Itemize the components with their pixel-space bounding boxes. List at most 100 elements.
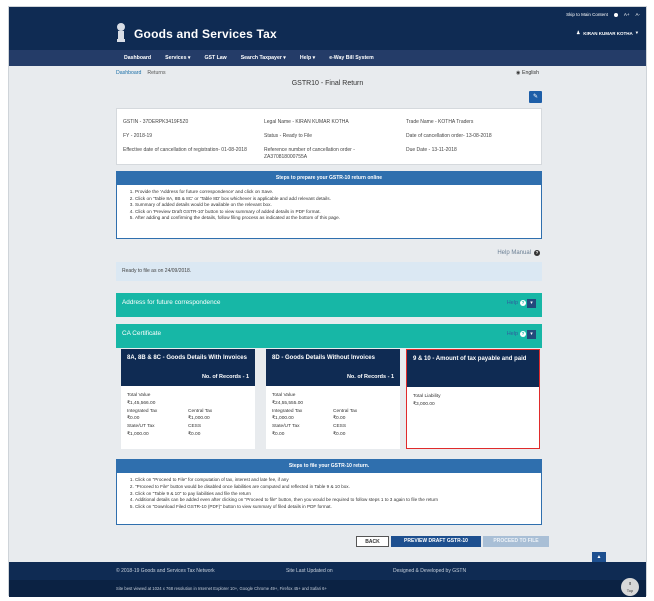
list-item: Summary of added details would be availa… — [135, 202, 541, 209]
total-label: Total Value — [127, 393, 151, 398]
central-tax-label: Central Tax — [333, 408, 358, 414]
record-count: No. of Records - 1 — [346, 374, 394, 380]
list-item: Click on "Download Filed GSTR-10 (PDF)" … — [135, 504, 541, 511]
question-icon: ? — [534, 250, 540, 256]
question-icon: ? — [520, 300, 526, 306]
nav-help[interactable]: Help ▾ — [293, 55, 322, 61]
breadcrumb-current: Returns — [147, 70, 166, 76]
trade-name: Trade Name - KOTHA Traders — [406, 119, 474, 125]
top-label: Top — [626, 588, 634, 593]
last-updated: Site Last Updated on — [286, 568, 333, 574]
state-tax-value: ₹1,000.00 — [127, 431, 149, 437]
total-value: ₹1,45,566.00 — [127, 400, 156, 406]
browser-frame: Skip to Main Content A+ A- Goods and Ser… — [8, 6, 647, 597]
integrated-tax-label: Integrated Tax — [272, 408, 303, 414]
list-item: Click on "Proceed to File" for computati… — [135, 477, 541, 484]
address-help-link[interactable]: Help ? — [507, 293, 526, 313]
list-item: Click on "Table 9 & 10" to pay liabiliti… — [135, 491, 541, 498]
developed-by: Designed & Developed by GSTN — [393, 568, 467, 574]
tile-title: 8A, 8B & 8C - Goods Details With Invoice… — [127, 355, 247, 361]
top-links: Skip to Main Content A+ A- — [566, 12, 640, 17]
best-viewed-text: Site best viewed at 1024 x 768 resolutio… — [116, 586, 327, 591]
list-item: Click on 'Preview Draft GSTR-10' button … — [135, 209, 541, 216]
steps-prepare-panel: Steps to prepare your GSTR-10 return onl… — [116, 171, 542, 239]
language-label: English — [521, 70, 539, 76]
back-to-top-button[interactable]: ⬆ Top — [621, 578, 639, 596]
chevron-down-icon[interactable]: ▾ — [527, 330, 536, 339]
reference-number: Reference number of cancellation order -… — [264, 147, 355, 160]
breadcrumb: Dashboard Returns — [116, 70, 166, 76]
status: Status - Ready to File — [264, 133, 313, 139]
site-title[interactable]: Goods and Services Tax — [134, 27, 277, 41]
central-tax-value: ₹0.00 — [333, 416, 346, 422]
steps-file-panel: Steps to file your GSTR-10 return. Click… — [116, 459, 542, 525]
user-icon: ♟ — [576, 30, 581, 35]
chevron-down-icon[interactable]: ▾ — [527, 299, 536, 308]
cess-label: CESS — [333, 424, 347, 430]
ca-help-link[interactable]: Help ? — [507, 324, 526, 344]
ready-status: Ready to file as on 24/09/2018. — [116, 262, 542, 281]
tile-title: 9 & 10 - Amount of tax payable and paid — [413, 356, 527, 362]
cess-label: CESS — [188, 424, 202, 430]
help-manual-link[interactable]: Help Manual ? — [497, 250, 540, 256]
proceed-to-file-button: PROCEED TO FILE — [483, 536, 549, 547]
ca-section-label: CA Certificate — [122, 330, 162, 337]
tile-9-10[interactable]: 9 & 10 - Amount of tax payable and paid … — [406, 349, 540, 449]
integrated-tax-label: Integrated Tax — [127, 408, 158, 414]
header-bar: Skip to Main Content A+ A- Goods and Ser… — [9, 7, 646, 50]
copyright: © 2018-19 Goods and Services Tax Network — [116, 568, 215, 574]
nav-search-taxpayer[interactable]: Search Taxpayer ▾ — [234, 55, 293, 61]
cess-value: ₹0.00 — [188, 431, 201, 437]
tile-8d[interactable]: 8D - Goods Details Without Invoices No. … — [266, 349, 400, 449]
state-tax-value: ₹0.00 — [272, 431, 285, 437]
preview-draft-button[interactable]: PREVIEW DRAFT GSTR-10 — [391, 536, 481, 547]
chevron-down-icon: ▾ — [635, 30, 638, 35]
scroll-up-button[interactable]: ▲ — [592, 552, 606, 562]
integrated-tax-value: ₹1,000.00 — [272, 416, 294, 422]
due-date: Due Date - 13-11-2018 — [406, 147, 457, 153]
user-name: KIRAN KUMAR KOTHA — [583, 30, 633, 36]
contrast-icon[interactable] — [613, 12, 618, 17]
list-item: After adding and confirming the details,… — [135, 215, 541, 222]
font-decrease-link[interactable]: A- — [636, 12, 641, 17]
ca-certificate-section[interactable]: CA Certificate Help ? ▾ — [116, 324, 542, 348]
breadcrumb-dashboard[interactable]: Dashboard — [116, 70, 141, 76]
record-count: No. of Records - 1 — [201, 374, 249, 380]
nav-eway-bill[interactable]: e-Way Bill System — [322, 55, 381, 61]
font-increase-link[interactable]: A+ — [624, 12, 630, 17]
cancellation-order-date: Date of cancellation order- 13-08-2018 — [406, 133, 492, 139]
help-manual-label: Help Manual — [497, 250, 531, 256]
steps-prepare-header: Steps to prepare your GSTR-10 return onl… — [117, 172, 541, 185]
tile-title: 8D - Goods Details Without Invoices — [272, 355, 375, 361]
back-button[interactable]: BACK — [356, 536, 389, 547]
total-liability-value: ₹3,000.00 — [413, 401, 435, 407]
page-title: GSTR10 - Final Return — [291, 80, 364, 87]
total-value: ₹24,55,555.00 — [272, 400, 304, 406]
list-item: "Proceed to File" button would be disabl… — [135, 484, 541, 491]
total-label: Total Value — [272, 393, 296, 398]
emblem-icon — [117, 23, 125, 42]
help-label: Help — [506, 300, 518, 306]
nav-dashboard[interactable]: Dashboard — [117, 55, 158, 61]
central-tax-label: Central Tax — [188, 408, 213, 414]
state-tax-label: State/UT Tax — [272, 424, 300, 430]
arrow-up-icon: ⬆ — [628, 581, 632, 586]
skip-link[interactable]: Skip to Main Content — [566, 12, 608, 17]
financial-year: FY - 2018-19 — [123, 133, 153, 139]
total-liability-label: Total Liability — [413, 394, 441, 399]
globe-icon: ◉ — [516, 70, 521, 76]
gstin: GSTIN - 37DERPK3419F5Z0 — [123, 119, 189, 125]
address-section[interactable]: Address for future correspondence Help ?… — [116, 293, 542, 317]
nav-gst-law[interactable]: GST Law — [198, 55, 234, 61]
user-menu[interactable]: ♟ KIRAN KUMAR KOTHA ▾ — [576, 30, 638, 36]
state-tax-label: State/UT Tax — [127, 424, 155, 430]
chevron-up-icon: ▲ — [596, 554, 602, 560]
language-selector[interactable]: ◉ English — [516, 70, 539, 76]
address-section-label: Address for future correspondence — [122, 299, 221, 306]
list-item: Additional details can be added even aft… — [135, 497, 541, 504]
edit-button[interactable]: ✎ — [529, 91, 542, 103]
legal-name: Legal Name - KIRAN KUMAR KOTHA — [264, 119, 349, 125]
tile-8a-8b-8c[interactable]: 8A, 8B & 8C - Goods Details With Invoice… — [121, 349, 255, 449]
nav-services[interactable]: Services ▾ — [158, 55, 197, 61]
steps-file-header: Steps to file your GSTR-10 return. — [117, 460, 541, 473]
